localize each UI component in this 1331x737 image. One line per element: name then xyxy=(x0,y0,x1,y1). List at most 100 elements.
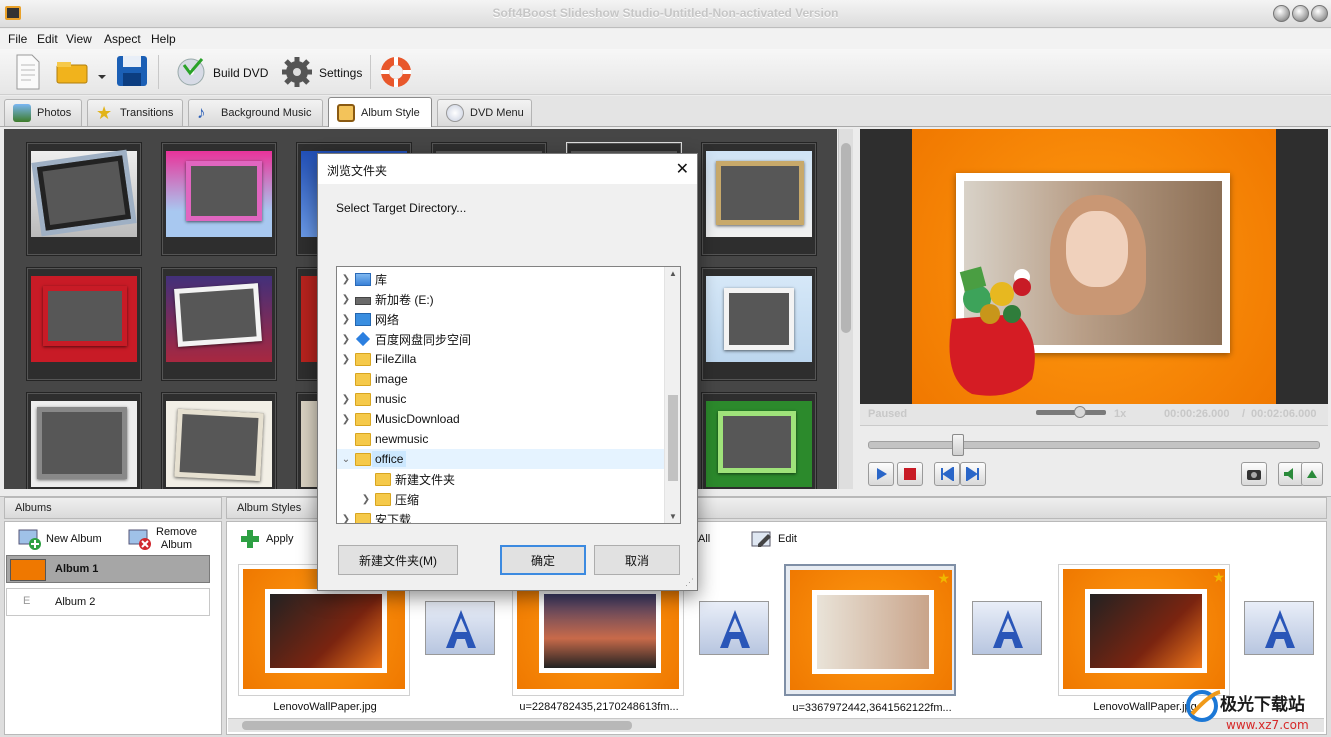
folder-icon xyxy=(355,452,371,466)
build-dvd-icon[interactable] xyxy=(174,53,208,91)
style-thumbnail[interactable] xyxy=(701,392,817,489)
folder-tree-item[interactable]: ❯ 压缩 xyxy=(337,489,665,509)
menu-edit[interactable]: Edit xyxy=(37,32,58,46)
style-thumbnail[interactable] xyxy=(26,267,142,381)
transition-item[interactable] xyxy=(972,601,1042,655)
build-dvd-button[interactable]: Build DVD xyxy=(213,66,268,80)
new-folder-button[interactable]: 新建文件夹(M) xyxy=(338,545,458,575)
remove-album-button[interactable]: Remove Album xyxy=(128,524,197,554)
edit-button[interactable]: Edit xyxy=(750,524,797,554)
open-dropdown-icon[interactable] xyxy=(96,53,108,91)
settings-gear-icon[interactable] xyxy=(280,53,314,91)
folder-tree-item[interactable]: image xyxy=(337,369,665,389)
folder-tree-item[interactable]: ❯ 百度网盘同步空间 xyxy=(337,329,665,349)
chevron-right-icon[interactable]: ❯ xyxy=(339,314,353,325)
watermark-logo: 极光下载站 www.xz7.com xyxy=(1186,690,1309,732)
slide-filename: u=3367972442,3641562122fm... xyxy=(792,702,952,714)
volume-slider-knob[interactable] xyxy=(1074,406,1086,418)
folder-tree-item[interactable]: ❯ music xyxy=(337,389,665,409)
chevron-down-icon[interactable]: ⌄ xyxy=(339,454,353,465)
album-list-item[interactable]: E Album 2 xyxy=(6,588,210,616)
maximize-button[interactable] xyxy=(1292,5,1309,22)
tab-photos[interactable]: Photos xyxy=(4,99,82,126)
previous-button[interactable] xyxy=(934,462,960,486)
folder-tree-scrollbar-thumb[interactable] xyxy=(668,395,678,481)
transition-item[interactable] xyxy=(1244,601,1314,655)
folder-icon xyxy=(375,472,391,486)
folder-tree-label: office xyxy=(372,451,407,467)
chevron-right-icon[interactable]: ❯ xyxy=(339,334,353,345)
tab-transitions[interactable]: ★ Transitions xyxy=(87,99,183,126)
folder-tree-scrollbar[interactable]: ▲ ▼ xyxy=(664,267,680,523)
new-album-button[interactable]: New Album xyxy=(18,524,102,554)
folder-tree-item[interactable]: ❯ MusicDownload xyxy=(337,409,665,429)
folder-tree-item[interactable]: ❯ 安下载 xyxy=(337,509,665,524)
seek-bar[interactable] xyxy=(868,441,1320,449)
transition-item[interactable] xyxy=(699,601,769,655)
transition-item[interactable] xyxy=(425,601,495,655)
resize-grip-icon[interactable]: ⋰ xyxy=(685,577,694,588)
style-thumbnail[interactable] xyxy=(161,267,277,381)
style-thumbnail[interactable] xyxy=(701,267,817,381)
folder-tree-label: image xyxy=(375,372,408,386)
camera-icon xyxy=(1247,470,1261,480)
menu-view[interactable]: View xyxy=(66,32,92,46)
next-button[interactable] xyxy=(960,462,986,486)
snapshot-button[interactable] xyxy=(1241,462,1267,486)
chevron-right-icon[interactable]: ❯ xyxy=(339,274,353,285)
new-album-icon xyxy=(18,529,41,550)
skip-forward-icon xyxy=(966,467,979,481)
ok-button[interactable]: 确定 xyxy=(500,545,586,575)
seek-bar-knob[interactable] xyxy=(952,434,965,456)
menu-help[interactable]: Help xyxy=(151,32,176,46)
apply-button[interactable]: Apply xyxy=(238,524,294,554)
cancel-button[interactable]: 取消 xyxy=(594,545,680,575)
folder-tree-item[interactable]: newmusic xyxy=(337,429,665,449)
gallery-scrollbar[interactable] xyxy=(838,129,853,489)
style-thumbnail[interactable] xyxy=(701,142,817,256)
apply-all-button[interactable]: All xyxy=(698,524,710,554)
slide-item[interactable]: ★ u=3367972442,3641562122fm... xyxy=(784,564,956,714)
tab-background-music[interactable]: ♪ Background Music xyxy=(188,99,323,126)
chevron-right-icon[interactable]: ❯ xyxy=(339,294,353,305)
skip-back-icon xyxy=(941,467,954,481)
close-button[interactable] xyxy=(1311,5,1328,22)
style-thumbnail[interactable] xyxy=(161,142,277,256)
menu-file[interactable]: File xyxy=(8,32,27,46)
volume-slider[interactable] xyxy=(1036,410,1106,415)
folder-tree-item[interactable]: ❯ 网络 xyxy=(337,309,665,329)
chevron-right-icon[interactable]: ❯ xyxy=(339,354,353,365)
tab-album-style[interactable]: Album Style xyxy=(328,97,432,127)
style-thumbnail[interactable] xyxy=(26,142,142,256)
gallery-scrollbar-thumb[interactable] xyxy=(841,143,851,333)
play-button[interactable] xyxy=(868,462,894,486)
volume-up-button[interactable] xyxy=(1301,462,1323,486)
dialog-close-icon[interactable]: ✕ xyxy=(676,159,689,179)
folder-tree-item[interactable]: ❯ 库 xyxy=(337,269,665,289)
style-thumbnail[interactable] xyxy=(161,392,277,489)
chevron-right-icon[interactable]: ❯ xyxy=(339,414,353,425)
minimize-button[interactable] xyxy=(1273,5,1290,22)
help-lifebuoy-icon[interactable] xyxy=(378,53,414,91)
slide-strip-scrollbar[interactable] xyxy=(228,718,1324,732)
folder-tree-item[interactable]: ❯ FileZilla xyxy=(337,349,665,369)
style-thumbnail[interactable] xyxy=(26,392,142,489)
new-project-icon[interactable] xyxy=(12,53,42,91)
tab-dvd-menu[interactable]: DVD Menu xyxy=(437,99,532,126)
chevron-right-icon[interactable]: ❯ xyxy=(339,514,353,524)
album-list-item[interactable]: Album 1 xyxy=(6,555,210,583)
chevron-right-icon[interactable]: ❯ xyxy=(339,394,353,405)
folder-tree-item[interactable]: 新建文件夹 xyxy=(337,469,665,489)
photos-icon xyxy=(13,104,31,122)
save-icon[interactable] xyxy=(115,53,149,91)
chevron-right-icon[interactable]: ❯ xyxy=(359,494,373,505)
open-project-icon[interactable] xyxy=(54,53,90,91)
folder-tree-item[interactable]: ⌄ office xyxy=(337,449,665,469)
folder-tree-item[interactable]: ❯ 新加卷 (E:) xyxy=(337,289,665,309)
settings-button[interactable]: Settings xyxy=(319,66,362,80)
slide-strip-scrollbar-thumb[interactable] xyxy=(242,721,632,730)
edit-icon xyxy=(751,531,771,547)
menu-aspect[interactable]: Aspect xyxy=(104,32,141,46)
stop-button[interactable] xyxy=(897,462,923,486)
slide-item[interactable]: ★ LenovoWallPaper.jpg xyxy=(1058,564,1230,713)
